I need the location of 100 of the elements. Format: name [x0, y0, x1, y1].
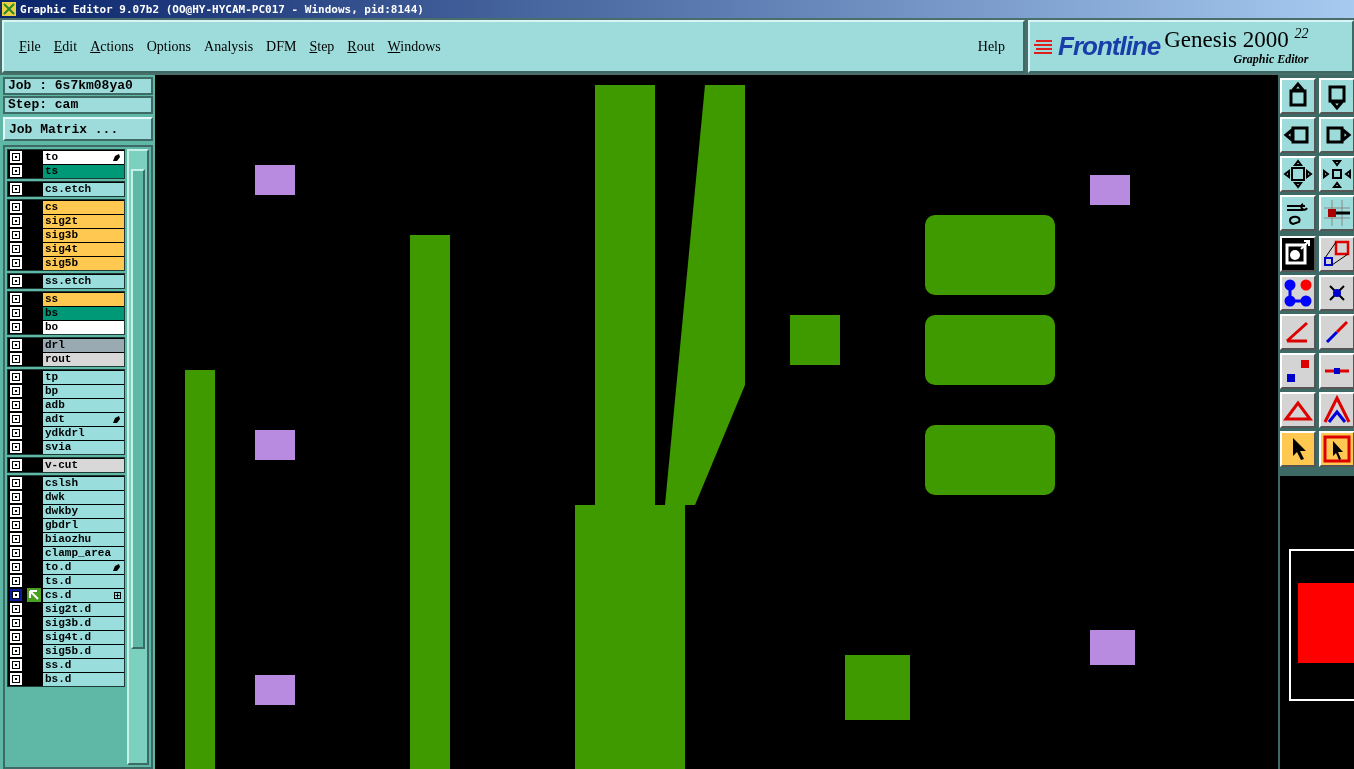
layer-name[interactable]: cs.d — [43, 589, 124, 602]
pointer-tool-button[interactable] — [1280, 431, 1316, 467]
layer-checkbox[interactable] — [10, 589, 22, 601]
layer-row[interactable]: gbdrl — [8, 518, 124, 532]
layer-row[interactable]: sig5b.d — [8, 644, 124, 658]
layer-row[interactable]: cs.etch — [8, 182, 124, 196]
layer-row[interactable]: sig4t — [8, 242, 124, 256]
toolbar-button[interactable] — [1319, 78, 1354, 114]
layer-name[interactable]: cslsh — [43, 477, 124, 490]
layer-name[interactable]: sig2t.d — [43, 603, 124, 616]
toolbar-button[interactable] — [1319, 314, 1354, 350]
layer-name[interactable]: sig5b.d — [43, 645, 124, 658]
layer-row[interactable]: bs — [8, 306, 124, 320]
menu-item[interactable]: File — [14, 38, 49, 55]
job-matrix-button[interactable]: Job Matrix ... — [3, 117, 153, 141]
toolbar-button[interactable] — [1280, 353, 1316, 389]
layer-name[interactable]: to.d — [43, 561, 124, 574]
layer-row[interactable]: adt — [8, 412, 124, 426]
layer-row[interactable]: rout — [8, 352, 124, 366]
layer-row[interactable]: clamp_area — [8, 546, 124, 560]
layer-name[interactable]: ydkdrl — [43, 427, 124, 440]
layer-name[interactable]: cs.etch — [43, 183, 124, 196]
layer-row[interactable]: bp — [8, 384, 124, 398]
layer-row[interactable]: cs — [8, 200, 124, 214]
menu-item[interactable]: Step — [304, 38, 343, 55]
layer-name[interactable]: biaozhu — [43, 533, 124, 546]
layer-name[interactable]: ts — [43, 165, 124, 178]
menu-item[interactable]: Windows — [382, 38, 449, 55]
layer-name[interactable]: bs.d — [43, 673, 124, 686]
toolbar-button[interactable] — [1280, 314, 1316, 350]
layer-row[interactable]: ss — [8, 292, 124, 306]
layer-name[interactable]: gbdrl — [43, 519, 124, 532]
menu-item[interactable]: Edit — [48, 38, 86, 55]
toolbar-button[interactable] — [1319, 236, 1354, 272]
menu-item[interactable]: DFM — [261, 38, 305, 55]
layer-name[interactable]: adb — [43, 399, 124, 412]
layer-name[interactable]: sig4t — [43, 243, 124, 256]
layer-row[interactable]: sig2t.d — [8, 602, 124, 616]
layer-name[interactable]: bs — [43, 307, 124, 320]
layer-name[interactable]: tp — [43, 371, 124, 384]
layer-name[interactable]: clamp_area — [43, 547, 124, 560]
layer-name[interactable]: adt — [43, 413, 124, 426]
layer-name[interactable]: ss.d — [43, 659, 124, 672]
toolbar-button[interactable] — [1319, 392, 1354, 428]
layer-name[interactable]: dwk — [43, 491, 124, 504]
layer-name[interactable]: bp — [43, 385, 124, 398]
pointer-tool-button[interactable] — [1319, 431, 1354, 467]
layer-row[interactable]: svia — [8, 440, 124, 454]
help-menu[interactable]: Help — [972, 38, 1013, 55]
layer-row[interactable]: ts — [8, 164, 124, 178]
layer-name[interactable]: sig3b — [43, 229, 124, 242]
layer-row[interactable]: sig5b — [8, 256, 124, 270]
layer-name[interactable]: cs — [43, 201, 124, 214]
layer-name[interactable]: to — [43, 151, 124, 164]
layer-row[interactable]: cs.d — [8, 588, 124, 602]
toolbar-button[interactable] — [1280, 117, 1316, 153]
layer-name[interactable]: sig2t — [43, 215, 124, 228]
scrollbar[interactable] — [127, 149, 149, 765]
toolbar-button[interactable] — [1319, 275, 1354, 311]
layer-name[interactable]: ts.d — [43, 575, 124, 588]
layer-name[interactable]: v-cut — [43, 459, 124, 472]
layer-row[interactable]: dwk — [8, 490, 124, 504]
layer-name[interactable]: bo — [43, 321, 124, 334]
layer-row[interactable]: sig3b — [8, 228, 124, 242]
layer-name[interactable]: rout — [43, 353, 124, 366]
layer-row[interactable]: sig2t — [8, 214, 124, 228]
menu-item[interactable]: Options — [141, 38, 200, 55]
toolbar-button[interactable] — [1280, 236, 1316, 272]
toolbar-button[interactable] — [1280, 195, 1316, 231]
layer-name[interactable]: ss.etch — [43, 275, 124, 288]
layer-row[interactable]: adb — [8, 398, 124, 412]
layer-row[interactable]: ydkdrl — [8, 426, 124, 440]
layer-row[interactable]: bo — [8, 320, 124, 334]
layer-name[interactable]: ss — [43, 293, 124, 306]
layer-name[interactable]: dwkby — [43, 505, 124, 518]
layer-name[interactable]: sig5b — [43, 257, 124, 270]
layer-row[interactable]: dwkby — [8, 504, 124, 518]
layer-row[interactable]: ts.d — [8, 574, 124, 588]
toolbar-button[interactable] — [1280, 392, 1316, 428]
toolbar-button[interactable] — [1319, 117, 1354, 153]
layer-row[interactable]: sig4t.d — [8, 630, 124, 644]
layer-row[interactable]: sig3b.d — [8, 616, 124, 630]
layer-name[interactable]: drl — [43, 339, 124, 352]
menu-item[interactable]: Rout — [342, 38, 383, 55]
layer-row[interactable]: bs.d — [8, 672, 124, 686]
layer-name[interactable]: svia — [43, 441, 124, 454]
layer-row[interactable]: to — [8, 150, 124, 164]
layer-row[interactable]: cslsh — [8, 476, 124, 490]
layer-name[interactable]: sig3b.d — [43, 617, 124, 630]
menu-item[interactable]: Analysis — [199, 38, 262, 55]
toolbar-button[interactable] — [1280, 78, 1316, 114]
toolbar-button[interactable] — [1280, 156, 1316, 192]
layer-name[interactable]: sig4t.d — [43, 631, 124, 644]
toolbar-button[interactable] — [1280, 275, 1316, 311]
toolbar-button[interactable] — [1319, 195, 1354, 231]
layer-row[interactable]: drl — [8, 338, 124, 352]
toolbar-button[interactable] — [1319, 353, 1354, 389]
layer-row[interactable]: to.d — [8, 560, 124, 574]
layer-row[interactable]: ss.etch — [8, 274, 124, 288]
layer-row[interactable]: v-cut — [8, 458, 124, 472]
